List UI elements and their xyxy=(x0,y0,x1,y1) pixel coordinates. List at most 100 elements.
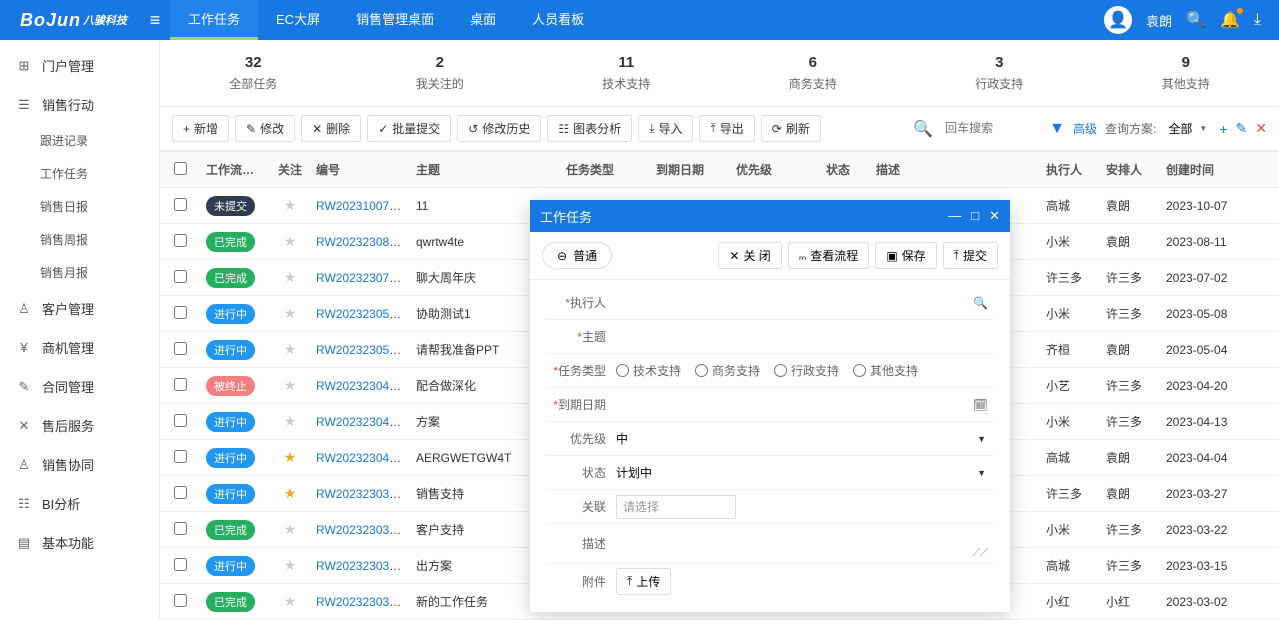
star-icon[interactable]: ★ xyxy=(284,593,297,609)
sidebar-subitem[interactable]: 销售周报 xyxy=(0,223,159,256)
task-code-link[interactable]: RW20232303001 xyxy=(316,595,409,609)
import-button[interactable]: ⤓导入 xyxy=(638,115,693,142)
row-checkbox[interactable] xyxy=(174,414,187,427)
calendar-icon[interactable]: 🗓 xyxy=(973,398,988,412)
submit-button[interactable]: ⤒提交 xyxy=(943,242,998,269)
star-icon[interactable]: ★ xyxy=(284,305,297,321)
refresh-button[interactable]: ⟳刷新 xyxy=(761,115,821,142)
modal-titlebar[interactable]: 工作任务 — □ ✕ xyxy=(530,200,1010,232)
col-due[interactable]: 到期日期 xyxy=(650,161,730,178)
col-created[interactable]: 创建时间 xyxy=(1160,161,1250,178)
star-icon[interactable]: ★ xyxy=(284,413,297,429)
due-date-input[interactable] xyxy=(616,394,994,416)
task-code-link[interactable]: RW20232304001 xyxy=(316,451,409,465)
radio-input[interactable] xyxy=(774,364,787,377)
task-code-link[interactable]: RW20232303003 xyxy=(316,523,409,537)
view-flow-button[interactable]: ₘ查看流程 xyxy=(788,242,870,269)
sidebar-item[interactable]: ⊞门户管理 xyxy=(0,46,159,85)
star-icon[interactable]: ★ xyxy=(284,377,297,393)
priority-select[interactable]: 中 xyxy=(616,428,994,450)
search-icon[interactable]: 🔍 xyxy=(1186,10,1206,30)
stat-item[interactable]: 32全部任务 xyxy=(160,54,347,92)
chart-button[interactable]: ☷图表分析 xyxy=(547,115,632,142)
star-icon[interactable]: ★ xyxy=(284,269,297,285)
add-button[interactable]: +新增 xyxy=(172,115,229,142)
stat-item[interactable]: 3行政支持 xyxy=(906,54,1093,92)
stat-item[interactable]: 2我关注的 xyxy=(347,54,534,92)
col-executor[interactable]: 执行人 xyxy=(1040,161,1100,178)
filter-icon[interactable]: ▼ xyxy=(1049,120,1065,138)
col-desc[interactable]: 描述 xyxy=(870,161,1040,178)
task-code-link[interactable]: RW20232305001 xyxy=(316,343,409,357)
task-code-link[interactable]: RW20231007001 xyxy=(316,199,409,213)
edit-button[interactable]: ✎修改 xyxy=(235,115,295,142)
col-subject[interactable]: 主题 xyxy=(410,161,560,178)
sidebar-item[interactable]: ▤基本功能 xyxy=(0,523,159,562)
star-icon[interactable]: ★ xyxy=(284,341,297,357)
type-radio-option[interactable]: 技术支持 xyxy=(616,362,681,379)
col-state[interactable]: 状态 xyxy=(820,161,870,178)
sidebar-subitem[interactable]: 销售日报 xyxy=(0,190,159,223)
row-checkbox[interactable] xyxy=(174,342,187,355)
star-icon[interactable]: ★ xyxy=(284,233,297,249)
row-checkbox[interactable] xyxy=(174,558,187,571)
col-status[interactable]: 工作流状态 xyxy=(200,161,270,178)
star-icon[interactable]: ★ xyxy=(284,449,297,465)
task-code-link[interactable]: RW20232307001 xyxy=(316,271,409,285)
col-priority[interactable]: 优先级 xyxy=(730,161,820,178)
scheme-select[interactable]: 全部 xyxy=(1164,120,1211,138)
maximize-icon[interactable]: □ xyxy=(971,208,979,224)
batch-submit-button[interactable]: ✓批量提交 xyxy=(367,115,451,142)
row-checkbox[interactable] xyxy=(174,450,187,463)
add-scheme-icon[interactable]: + xyxy=(1219,121,1227,137)
top-tab[interactable]: 销售管理桌面 xyxy=(338,0,452,40)
col-fav[interactable]: 关注 xyxy=(270,161,310,178)
row-checkbox[interactable] xyxy=(174,522,187,535)
task-code-link[interactable]: RW20232304002 xyxy=(316,415,409,429)
task-type-pill[interactable]: ⊖ 普通 xyxy=(542,242,612,269)
row-checkbox[interactable] xyxy=(174,234,187,247)
row-checkbox[interactable] xyxy=(174,594,187,607)
sidebar-item[interactable]: ¥商机管理 xyxy=(0,328,159,367)
stat-item[interactable]: 11技术支持 xyxy=(533,54,720,92)
star-icon[interactable]: ★ xyxy=(284,485,297,501)
top-tab[interactable]: 工作任务 xyxy=(170,0,258,40)
sidebar-item[interactable]: ✕售后服务 xyxy=(0,406,159,445)
minimize-icon[interactable]: — xyxy=(948,208,961,224)
state-select[interactable]: 计划中 xyxy=(616,462,994,484)
top-tab[interactable]: EC大屏 xyxy=(258,0,338,40)
delete-button[interactable]: ✕删除 xyxy=(301,115,361,142)
star-icon[interactable]: ★ xyxy=(284,521,297,537)
search-icon[interactable]: 🔍 xyxy=(973,296,988,310)
sidebar-subitem[interactable]: 跟进记录 xyxy=(0,124,159,157)
sidebar-item[interactable]: ☷BI分析 xyxy=(0,484,159,523)
top-tab[interactable]: 人员看板 xyxy=(514,0,602,40)
col-code[interactable]: 编号 xyxy=(310,161,410,178)
executor-input[interactable] xyxy=(616,292,994,314)
resize-icon[interactable]: ⟋⟋ xyxy=(973,547,988,560)
col-type[interactable]: 任务类型 xyxy=(560,161,650,178)
close-modal-icon[interactable]: ✕ xyxy=(989,208,1000,224)
delete-scheme-icon[interactable]: ✕ xyxy=(1255,120,1267,137)
type-radio-option[interactable]: 商务支持 xyxy=(695,362,760,379)
select-all-checkbox[interactable] xyxy=(174,162,187,175)
col-assigner[interactable]: 安排人 xyxy=(1100,161,1160,178)
relation-select[interactable]: 请选择 xyxy=(616,495,736,519)
export-button[interactable]: ⤒导出 xyxy=(699,115,754,142)
sidebar-item[interactable]: ♙销售协同 xyxy=(0,445,159,484)
sidebar-subitem[interactable]: 工作任务 xyxy=(0,157,159,190)
type-radio-option[interactable]: 行政支持 xyxy=(774,362,839,379)
bell-icon[interactable]: 🔔 xyxy=(1220,10,1240,30)
stat-item[interactable]: 6商务支持 xyxy=(720,54,907,92)
edit-scheme-icon[interactable]: ✎ xyxy=(1236,120,1248,137)
subject-input[interactable] xyxy=(616,326,994,348)
row-checkbox[interactable] xyxy=(174,270,187,283)
row-checkbox[interactable] xyxy=(174,198,187,211)
radio-input[interactable] xyxy=(616,364,629,377)
type-radio-option[interactable]: 其他支持 xyxy=(853,362,918,379)
radio-input[interactable] xyxy=(695,364,708,377)
download-icon[interactable]: ⤓ xyxy=(1254,11,1261,29)
upload-button[interactable]: ⤒上传 xyxy=(616,568,671,595)
row-checkbox[interactable] xyxy=(174,306,187,319)
radio-input[interactable] xyxy=(853,364,866,377)
